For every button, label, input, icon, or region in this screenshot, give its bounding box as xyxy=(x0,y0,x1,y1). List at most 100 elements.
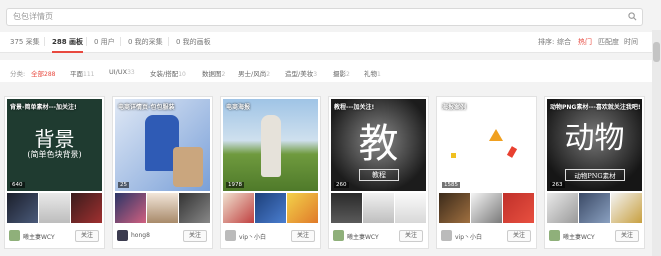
cover-badge: 教程 xyxy=(359,169,399,181)
avatar[interactable] xyxy=(225,230,236,241)
thumbnail[interactable] xyxy=(287,193,318,223)
pin-count: 263 xyxy=(550,182,565,188)
board-cover[interactable]: 动物PNG素材---喜欢就关注我吧! 动物 动物PNG素材 263 xyxy=(547,99,642,191)
category-name: 男士/风尚 xyxy=(238,70,267,78)
board-card[interactable]: 电商详情页-包包服装 25 hong8 关注 xyxy=(112,96,213,249)
thumbnail[interactable] xyxy=(471,193,502,223)
category-graphic[interactable]: 平面111 xyxy=(70,68,94,78)
pin-count: 1978 xyxy=(226,182,244,188)
category-mens-fashion[interactable]: 男士/风尚2 xyxy=(238,68,270,78)
category-gifts[interactable]: 礼物1 xyxy=(364,68,381,78)
sort-time[interactable]: 时间 xyxy=(624,37,638,47)
thumbnail[interactable] xyxy=(579,193,610,223)
username[interactable]: hong8 xyxy=(131,232,150,239)
follow-button[interactable]: 关注 xyxy=(75,230,99,242)
avatar[interactable] xyxy=(333,230,344,241)
username[interactable]: 曦主妻WCY xyxy=(23,232,55,241)
sort-popular[interactable]: 热门 xyxy=(578,37,592,47)
category-count: 111 xyxy=(83,71,95,78)
board-cover[interactable]: 教程---加关注! 教 教程 260 xyxy=(331,99,426,191)
confetti-shape xyxy=(506,146,518,158)
board-cover[interactable]: 背景-简单素材---加关注! 背景 (简单色块背景) 640 xyxy=(7,99,102,191)
thumbnail[interactable] xyxy=(255,193,286,223)
board-title: 动物PNG素材---喜欢就关注我吧! xyxy=(550,104,641,111)
cover-sub-text: (简单色块背景) xyxy=(27,150,82,159)
follow-button[interactable]: 关注 xyxy=(399,230,423,242)
sort-relevance[interactable]: 匹配度 xyxy=(598,37,619,47)
thumbnail[interactable] xyxy=(395,193,426,223)
avatar[interactable] xyxy=(441,230,452,241)
board-footer: vip丶小白 关注 xyxy=(439,227,534,245)
board-card[interactable]: 电商海报 1978 vip丶小白 关注 xyxy=(220,96,321,249)
thumbnail[interactable] xyxy=(611,193,642,223)
username[interactable]: 曦主妻WCY xyxy=(347,232,379,241)
thumbnail[interactable] xyxy=(363,193,394,223)
board-card[interactable]: 背景-简单素材---加关注! 背景 (简单色块背景) 640 曦主妻WCY 关注 xyxy=(4,96,105,249)
follow-button[interactable]: 关注 xyxy=(507,230,531,242)
category-count: 2 xyxy=(346,71,350,78)
tab-my-pins[interactable]: 0 我的采集 xyxy=(128,37,163,47)
confetti-shape xyxy=(451,153,456,158)
follow-button[interactable]: 关注 xyxy=(291,230,315,242)
board-cover[interactable]: 电商详情页-包包服装 25 xyxy=(115,99,210,191)
board-footer: hong8 关注 xyxy=(115,227,210,245)
category-name: 平面 xyxy=(70,70,83,78)
thumbnail[interactable] xyxy=(179,193,210,223)
search-input[interactable]: 包包详情页 xyxy=(6,8,643,26)
cover-big-text: 动物 xyxy=(564,121,625,156)
thumbnail[interactable] xyxy=(115,193,146,223)
thumbnail[interactable] xyxy=(331,193,362,223)
board-card[interactable]: 海报案例 1585 vip丶小白 关注 xyxy=(436,96,537,249)
sort-label: 排序: xyxy=(538,38,555,46)
avatar[interactable] xyxy=(9,230,20,241)
tab-pins[interactable]: 375 采集 xyxy=(10,37,40,47)
category-uiux[interactable]: UI/UX33 xyxy=(109,68,135,76)
board-cover[interactable]: 电商海报 1978 xyxy=(223,99,318,191)
thumbnail[interactable] xyxy=(71,193,102,223)
username[interactable]: vip丶小白 xyxy=(455,232,482,241)
category-all[interactable]: 全部288 xyxy=(31,68,55,78)
search-icon[interactable] xyxy=(628,12,637,21)
follow-button[interactable]: 关注 xyxy=(615,230,639,242)
model-photo xyxy=(261,115,281,177)
username[interactable]: vip丶小白 xyxy=(239,232,266,241)
board-title: 背景-简单素材---加关注! xyxy=(10,104,77,111)
avatar[interactable] xyxy=(117,230,128,241)
thumbnail[interactable] xyxy=(147,193,178,223)
category-name: 全部 xyxy=(31,70,44,78)
category-beauty[interactable]: 造型/美妆3 xyxy=(285,68,317,78)
board-cover[interactable]: 海报案例 1585 xyxy=(439,99,534,191)
page: 包包详情页 375 采集 288 画板 0 用户 0 我的采集 0 我的画板 排… xyxy=(0,0,661,256)
thumbnail[interactable] xyxy=(547,193,578,223)
tab-users[interactable]: 0 用户 xyxy=(94,37,115,47)
thumbnail[interactable] xyxy=(439,193,470,223)
category-photography[interactable]: 摄影2 xyxy=(333,68,350,78)
category-womens-fashion[interactable]: 女装/搭配10 xyxy=(150,68,186,78)
avatar[interactable] xyxy=(549,230,560,241)
thumbnail[interactable] xyxy=(39,193,70,223)
category-name: 礼物 xyxy=(364,70,377,78)
board-card[interactable]: 动物PNG素材---喜欢就关注我吧! 动物 动物PNG素材 263 曦主妻WCY… xyxy=(544,96,645,249)
tab-boards[interactable]: 288 画板 xyxy=(52,37,84,53)
category-name: 女装/搭配 xyxy=(150,70,179,78)
thumbnail[interactable] xyxy=(7,193,38,223)
scrollbar[interactable] xyxy=(652,30,661,256)
sort-comprehensive[interactable]: 综合 xyxy=(557,37,571,47)
board-title: 教程---加关注! xyxy=(334,104,375,111)
category-count: 1 xyxy=(377,71,381,78)
pin-count: 640 xyxy=(10,182,25,188)
thumbnail[interactable] xyxy=(503,193,534,223)
category-count: 10 xyxy=(178,71,186,78)
username[interactable]: 曦主妻WCY xyxy=(563,232,595,241)
thumbnail[interactable] xyxy=(223,193,254,223)
follow-button[interactable]: 关注 xyxy=(183,230,207,242)
category-name: 造型/美妆 xyxy=(285,70,314,78)
scrollbar-thumb[interactable] xyxy=(653,42,660,62)
category-name: 摄影 xyxy=(333,70,346,78)
tab-my-boards[interactable]: 0 我的画板 xyxy=(176,37,211,47)
category-filter: 分类: 全部288 平面111 UI/UX33 女装/搭配10 数据图2 男士/… xyxy=(0,60,652,82)
category-count: 2 xyxy=(266,71,271,78)
board-card[interactable]: 教程---加关注! 教 教程 260 曦主妻WCY 关注 xyxy=(328,96,429,249)
category-data-graph[interactable]: 数据图2 xyxy=(202,68,225,78)
category-name: UI/UX xyxy=(109,68,128,76)
